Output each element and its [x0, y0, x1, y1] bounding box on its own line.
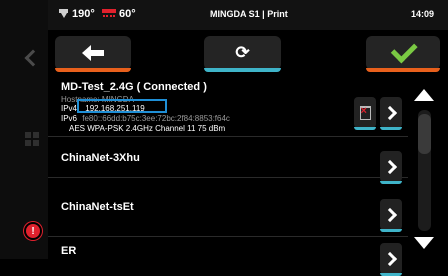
network-ssid: ChinaNet-tsEt	[61, 201, 134, 213]
status-bar: 190° 60° MINGDA S1 | Print 14:09	[48, 0, 448, 30]
scrollbar-track[interactable]	[418, 110, 431, 231]
wifi-screen: ! 190° 60° MINGDA S1 | Print 14:09 ⟳ MD-…	[0, 0, 448, 276]
network-ssid: MD-Test_2.4G ( Connected )	[61, 81, 207, 93]
ipv6-label: IPv6	[61, 114, 78, 123]
collapse-chevron-icon[interactable]	[24, 49, 42, 67]
network-details-button[interactable]	[380, 199, 402, 232]
back-button[interactable]	[55, 36, 131, 72]
chevron-right-icon	[382, 105, 397, 120]
printer-title: MINGDA S1 | Print	[210, 9, 288, 19]
wifi-network-list: MD-Test_2.4G ( Connected ) Hostname: MIN…	[48, 78, 408, 276]
network-security-info: AES WPA-PSK 2.4GHz Channel 11 75 dBm	[69, 124, 226, 133]
nozzle-temperature: 190°	[58, 8, 95, 20]
network-details-button[interactable]	[380, 97, 402, 130]
network-row[interactable]: ER	[48, 237, 408, 276]
bed-temp-value: 60°	[119, 8, 136, 20]
check-icon	[390, 36, 418, 63]
clock: 14:09	[410, 9, 434, 19]
network-ssid: ChinaNet-3Xhu	[61, 152, 140, 164]
network-row-connected[interactable]: MD-Test_2.4G ( Connected ) Hostname: MIN…	[48, 78, 408, 137]
arrow-left-icon	[82, 45, 104, 61]
network-row[interactable]: ChinaNet-3Xhu	[48, 137, 408, 184]
grid-icon[interactable]	[25, 132, 39, 146]
heated-bed-icon	[102, 9, 116, 19]
forget-network-button[interactable]	[354, 97, 376, 130]
chevron-right-icon	[382, 207, 397, 222]
refresh-icon: ⟳	[235, 43, 250, 62]
ipv4-highlight-box	[77, 99, 167, 113]
scroll-up-icon[interactable]	[414, 89, 434, 101]
scroll-down-icon[interactable]	[414, 237, 434, 249]
network-row[interactable]: ChinaNet-tsEt	[48, 178, 408, 237]
scrollbar-thumb[interactable]	[418, 114, 431, 154]
network-ipv6-line: IPv6 fe80::66dd:b75c:3ee:72bc:2f84:8853:…	[61, 114, 230, 123]
alert-icon[interactable]: !	[26, 224, 40, 238]
nozzle-icon	[58, 9, 69, 19]
bed-temperature: 60°	[102, 8, 136, 20]
ipv4-label: IPv4	[61, 104, 78, 113]
refresh-button[interactable]: ⟳	[204, 36, 281, 72]
network-ssid: ER	[61, 245, 77, 257]
chevron-right-icon	[382, 159, 397, 174]
confirm-button[interactable]	[366, 36, 440, 72]
trash-icon	[359, 105, 371, 120]
sidebar: !	[0, 0, 48, 259]
ipv6-address: fe80::66dd:b75c:3ee:72bc:2f84:8853:f64c	[82, 114, 230, 123]
nozzle-temp-value: 190°	[72, 8, 95, 20]
